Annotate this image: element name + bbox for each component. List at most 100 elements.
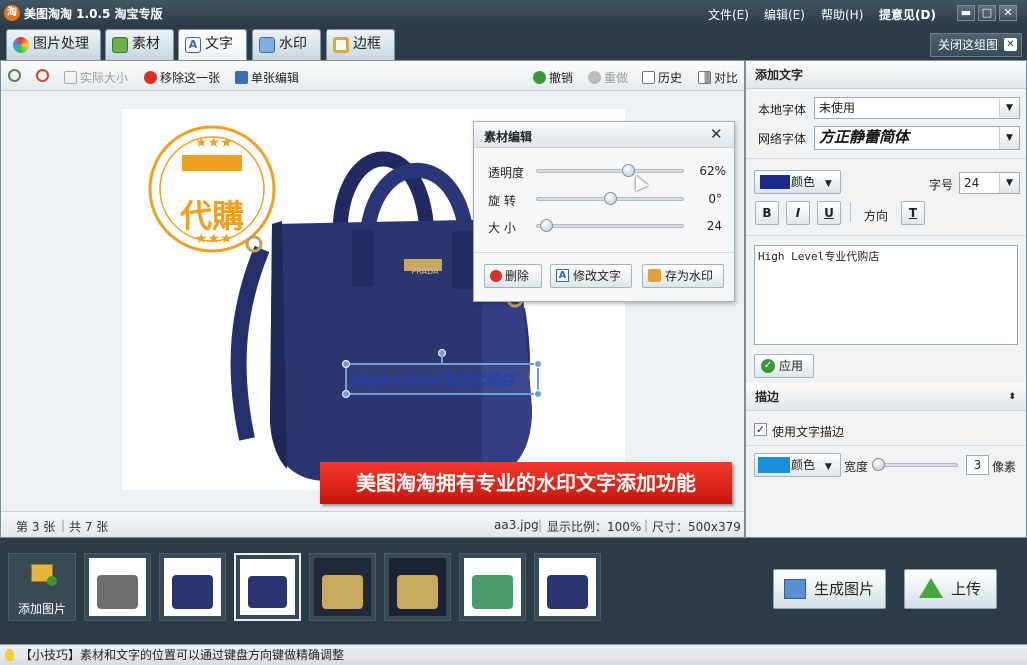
chevron-down-icon: ▼ (824, 179, 832, 189)
underline-button[interactable]: U (817, 201, 841, 225)
text-icon: A (556, 269, 569, 282)
width-label: 宽度 (844, 460, 869, 474)
size-slider[interactable] (536, 224, 684, 228)
save-watermark-button[interactable]: 存为水印 (642, 264, 724, 288)
rotate-handle-stem (441, 356, 443, 364)
menu-help[interactable]: 帮助(H) (821, 6, 863, 23)
file-name: aa3.jpg (494, 518, 539, 532)
opacity-slider[interactable] (536, 169, 684, 173)
stroke-width-input[interactable]: 3 (966, 455, 989, 475)
close-icon[interactable]: ✕ (710, 125, 723, 143)
redo-button[interactable]: 重做 (588, 69, 628, 86)
separator: | (61, 518, 66, 532)
svg-text:★★★: ★★★ (195, 135, 233, 151)
web-font-value: 方正静蕾简体 (819, 128, 910, 146)
close-icon[interactable]: ✕ (999, 5, 1017, 21)
undo-button[interactable]: 撤销 (533, 69, 573, 86)
opacity-slider-knob[interactable] (621, 164, 635, 177)
stroke-checkbox[interactable]: ✓ (754, 423, 767, 436)
tab-bar: 图片处理 素材 A 文字 水印 边框 (0, 27, 1027, 61)
resize-handle[interactable] (342, 390, 350, 398)
text-color-button[interactable]: 颜色 ▼ (754, 170, 841, 194)
undo-icon (533, 71, 546, 84)
tab-watermark[interactable]: 水印 (252, 29, 321, 60)
thumbnail-image (389, 558, 446, 616)
stroke-width-knob[interactable] (872, 458, 885, 471)
history-label: 历史 (658, 71, 683, 85)
thumbnail-subject (247, 575, 288, 609)
menu-file[interactable]: 文件(E) (708, 6, 749, 23)
resize-handle[interactable] (342, 360, 350, 368)
font-size-select[interactable]: 24 ▼ (959, 172, 1020, 194)
remove-one-button[interactable]: 移除这一张 (144, 69, 220, 86)
actual-size-button[interactable]: 实际大小 (64, 69, 128, 86)
stroke-width-slider[interactable] (876, 463, 958, 467)
thumbnail-strip: 添加图片 (0, 538, 745, 644)
edit-text-button[interactable]: A 修改文字 (550, 264, 632, 288)
menu-feedback[interactable]: 提意见(D) (879, 6, 936, 23)
color-swatch (758, 457, 790, 473)
delete-button[interactable]: 删除 (484, 264, 542, 288)
bag-brand: PRADA (411, 267, 439, 276)
tab-label: 边框 (353, 36, 381, 52)
divider (746, 445, 1026, 446)
zoom-in-icon[interactable] (8, 69, 24, 83)
opacity-value: 62% (699, 164, 726, 178)
direction-button[interactable]: T (901, 201, 925, 225)
watermark-icon (259, 37, 275, 53)
rotate-slider-knob[interactable] (604, 192, 617, 205)
tab-text[interactable]: A 文字 (178, 29, 247, 61)
undo-label: 撤销 (549, 71, 574, 85)
text-content-area[interactable]: High Level专业代购店 (754, 245, 1018, 345)
menu-edit[interactable]: 编辑(E) (764, 6, 805, 23)
maximize-icon[interactable]: □ (978, 5, 996, 21)
stroke-header[interactable]: 描边 ⬍ (746, 383, 1026, 411)
local-font-select[interactable]: 未使用 ▼ (814, 97, 1020, 119)
image-size: 尺寸：500x379 (652, 520, 741, 534)
size-slider-knob[interactable] (540, 219, 553, 232)
display-scale: 显示比例：100% (547, 520, 642, 534)
thumbnail-zipper-detail[interactable] (309, 553, 376, 621)
thumbnail-tag-detail[interactable] (459, 553, 526, 621)
italic-button[interactable]: I (786, 201, 810, 225)
thumbnail-subject (546, 575, 588, 610)
generate-icon (784, 579, 806, 599)
compare-button[interactable]: 对比 (698, 69, 738, 86)
thumbnail-image (89, 558, 146, 616)
thumbnail-image (539, 558, 596, 616)
upload-button[interactable]: 上传 (904, 569, 997, 609)
tab-image-process[interactable]: 图片处理 (6, 29, 101, 60)
close-group-button[interactable]: 关闭这组图 ✕ (930, 33, 1022, 57)
text-overlay-selection[interactable]: High Level专业代购店 (342, 349, 542, 398)
tab-border[interactable]: 边框 (326, 29, 395, 60)
total-count: 共 7 张 (69, 520, 109, 534)
tab-material[interactable]: 素材 (105, 29, 174, 60)
thumbnail-subject (171, 575, 213, 610)
resize-handle[interactable] (534, 390, 542, 398)
minimize-icon[interactable]: ▬ (957, 5, 975, 21)
font-size-label: 字号 (929, 178, 954, 192)
bold-button[interactable]: B (755, 201, 779, 225)
thumbnail-navy-bag-2[interactable] (234, 553, 301, 621)
thumbnail-navy-bag-1[interactable] (159, 553, 226, 621)
zoom-out-icon[interactable] (36, 69, 52, 83)
history-button[interactable]: 历史 (642, 69, 682, 86)
px-label: 像素 (992, 460, 1017, 474)
stroke-color-button[interactable]: 颜色 ▼ (754, 453, 841, 477)
single-edit-button[interactable]: 单张编辑 (235, 69, 299, 86)
upload-label: 上传 (951, 580, 982, 598)
thumbnail-image (240, 559, 295, 615)
tip-bar: 【小技巧】素材和文字的位置可以通过键盘方向键做精确调整 (0, 644, 1027, 665)
thumbnail-hardware-detail[interactable] (384, 553, 451, 621)
remove-icon (144, 71, 157, 84)
add-image-button[interactable]: 添加图片 (8, 553, 76, 621)
generate-image-button[interactable]: 生成图片 (773, 569, 886, 609)
thumbnail-grey-bag[interactable] (84, 553, 151, 621)
stamp-text: 代購 (179, 197, 244, 235)
color-label: 颜色 (791, 175, 816, 189)
thumbnail-buckle-detail[interactable] (534, 553, 601, 621)
compare-label: 对比 (714, 71, 739, 85)
apply-button[interactable]: ✓ 应用 (754, 354, 814, 378)
resize-handle[interactable] (534, 360, 542, 368)
web-font-select[interactable]: 方正静蕾简体 ▼ (814, 126, 1020, 150)
